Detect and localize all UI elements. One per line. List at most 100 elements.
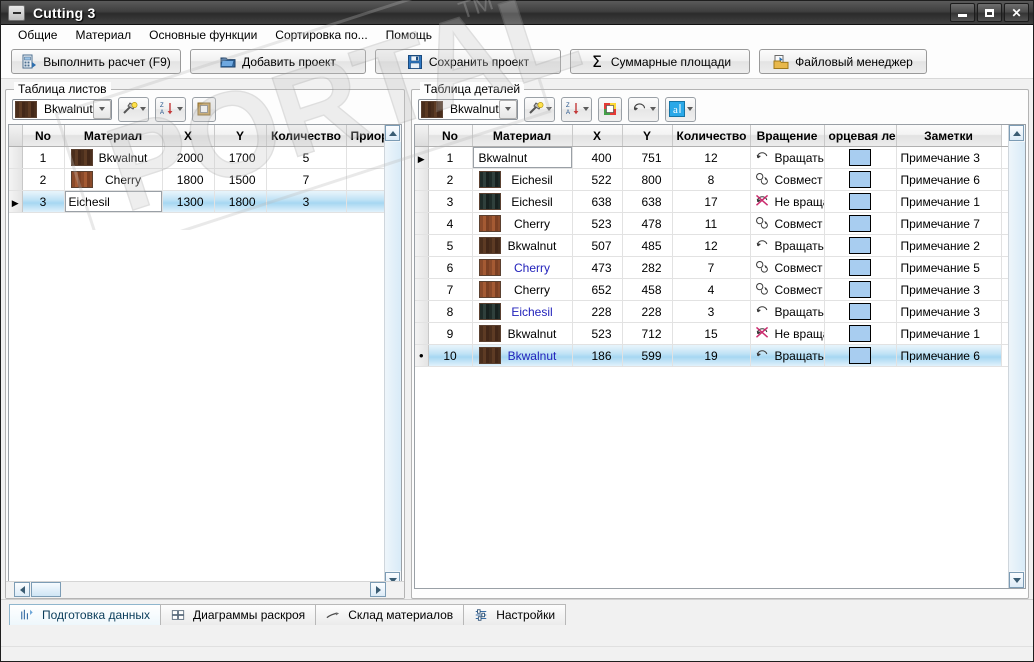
parts-edge-band-button[interactable]: a: [665, 96, 696, 122]
cell-note[interactable]: Примечание 2: [896, 234, 1002, 257]
cell-no[interactable]: 9: [428, 322, 473, 345]
cell-x[interactable]: 638: [572, 190, 623, 213]
cell-qty[interactable]: 7: [266, 168, 347, 191]
cell-y[interactable]: 228: [622, 300, 673, 323]
parts-grid[interactable]: No Материал X Y Количество Вращение орце…: [414, 124, 1026, 589]
parts-col-rotation[interactable]: Вращение: [750, 125, 825, 147]
maximize-icon[interactable]: [977, 3, 1002, 22]
scroll-up-icon[interactable]: [385, 125, 400, 141]
cell-qty[interactable]: 4: [672, 278, 751, 301]
menu-item-sort-by[interactable]: Сортировка по...: [266, 26, 376, 44]
cell-x[interactable]: 523: [572, 322, 623, 345]
sheets-horizontal-scrollbar[interactable]: [6, 581, 404, 598]
parts-col-edge[interactable]: орцевая лен: [824, 125, 897, 147]
cell-edge-band[interactable]: [824, 234, 897, 257]
menu-item-obshie[interactable]: Общие: [9, 26, 66, 44]
sheets-col-material[interactable]: Материал: [64, 125, 163, 147]
row-indicator[interactable]: [415, 168, 429, 191]
cell-rotation[interactable]: Не враща: [750, 322, 825, 345]
cell-material[interactable]: Cherry: [472, 256, 573, 279]
cell-x[interactable]: 652: [572, 278, 623, 301]
cell-rotation[interactable]: Совмест: [750, 168, 825, 191]
cell-material[interactable]: Eichesil: [472, 300, 573, 323]
cell-no[interactable]: 3: [428, 190, 473, 213]
parts-col-no[interactable]: No: [428, 125, 473, 147]
row-indicator[interactable]: [415, 256, 429, 279]
table-row[interactable]: 2 Eichesil 522 800 8 Совмест Примечание 6: [415, 168, 1025, 191]
sheets-vertical-scrollbar[interactable]: [384, 125, 401, 588]
cell-rotation[interactable]: Вращать: [750, 146, 825, 169]
cell-y[interactable]: 282: [622, 256, 673, 279]
close-icon[interactable]: ✕: [1004, 3, 1029, 22]
table-row[interactable]: 2 Cherry 1800 1500 7: [9, 168, 401, 191]
cell-y[interactable]: 458: [622, 278, 673, 301]
cell-edge-band[interactable]: [824, 190, 897, 213]
sheets-material-select[interactable]: Bkwalnut: [12, 98, 112, 120]
cell-no[interactable]: 6: [428, 256, 473, 279]
cell-material[interactable]: Bkwalnut: [472, 344, 573, 367]
cell-x[interactable]: 507: [572, 234, 623, 257]
row-indicator[interactable]: ▶: [415, 146, 429, 169]
cell-y[interactable]: 1800: [214, 190, 267, 213]
cell-no[interactable]: 8: [428, 300, 473, 323]
parts-col-y[interactable]: Y: [622, 125, 673, 147]
cell-y[interactable]: 638: [622, 190, 673, 213]
cell-y[interactable]: 751: [622, 146, 673, 169]
cell-note[interactable]: Примечание 5: [896, 256, 1002, 279]
cell-edge-band[interactable]: [824, 256, 897, 279]
scroll-down-icon[interactable]: [1009, 572, 1024, 588]
minimize-box-icon[interactable]: [8, 4, 25, 21]
row-indicator[interactable]: [415, 212, 429, 235]
row-indicator[interactable]: •: [415, 344, 429, 367]
cell-rotation[interactable]: Вращать: [750, 234, 825, 257]
cell-y[interactable]: 1500: [214, 168, 267, 191]
sheets-frame-button[interactable]: [192, 96, 216, 122]
row-indicator[interactable]: [415, 322, 429, 345]
cell-y[interactable]: 478: [622, 212, 673, 235]
cell-qty[interactable]: 12: [672, 234, 751, 257]
parts-tools-button[interactable]: [524, 96, 555, 122]
cell-edge-band[interactable]: [824, 146, 897, 169]
cell-y[interactable]: 1700: [214, 146, 267, 169]
cell-edge-band[interactable]: [824, 168, 897, 191]
tab-material-warehouse[interactable]: Склад материалов: [315, 604, 465, 625]
cell-y[interactable]: 712: [622, 322, 673, 345]
cell-material-editor[interactable]: Eichesil: [64, 190, 163, 213]
table-row[interactable]: 8 Eichesil 228 228 3 Вращать Примечание 3: [415, 300, 1025, 323]
row-indicator[interactable]: [9, 146, 23, 169]
cell-x[interactable]: 1800: [162, 168, 215, 191]
row-indicator[interactable]: [415, 278, 429, 301]
cell-note[interactable]: Примечание 3: [896, 146, 1002, 169]
menu-item-material[interactable]: Материал: [66, 26, 140, 44]
cell-note[interactable]: Примечание 7: [896, 212, 1002, 235]
cell-material[interactable]: Cherry: [472, 278, 573, 301]
cell-material[interactable]: Cherry: [472, 212, 573, 235]
sheets-col-x[interactable]: X: [162, 125, 215, 147]
cell-qty[interactable]: 15: [672, 322, 751, 345]
cell-edge-band[interactable]: [824, 322, 897, 345]
cell-y[interactable]: 599: [622, 344, 673, 367]
cell-qty[interactable]: 11: [672, 212, 751, 235]
cell-edge-band[interactable]: [824, 300, 897, 323]
chevron-down-icon[interactable]: [498, 99, 517, 119]
cell-edge-band[interactable]: [824, 212, 897, 235]
cell-material[interactable]: Eichesil: [472, 190, 573, 213]
cell-note[interactable]: Примечание 6: [896, 344, 1002, 367]
total-areas-button[interactable]: Σ Суммарные площади: [570, 49, 750, 74]
cell-note[interactable]: Примечание 3: [896, 300, 1002, 323]
parts-sort-button[interactable]: Z A: [561, 96, 592, 122]
table-row[interactable]: 1 Bkwalnut 2000 1700 5: [9, 146, 401, 169]
row-indicator[interactable]: [415, 234, 429, 257]
cell-x[interactable]: 2000: [162, 146, 215, 169]
row-indicator[interactable]: [9, 168, 23, 191]
cell-qty[interactable]: 3: [266, 190, 347, 213]
calculate-button[interactable]: Выполнить расчет (F9): [11, 49, 181, 74]
cell-material[interactable]: Cherry: [64, 168, 163, 191]
cell-no[interactable]: 1: [22, 146, 65, 169]
table-row[interactable]: 3 Eichesil 638 638 17 Не враща Примечание 1: [415, 190, 1025, 213]
cell-edge-band[interactable]: [824, 344, 897, 367]
row-indicator[interactable]: [415, 190, 429, 213]
cell-x[interactable]: 522: [572, 168, 623, 191]
tab-settings[interactable]: Настройки: [463, 604, 567, 625]
cell-y[interactable]: 800: [622, 168, 673, 191]
